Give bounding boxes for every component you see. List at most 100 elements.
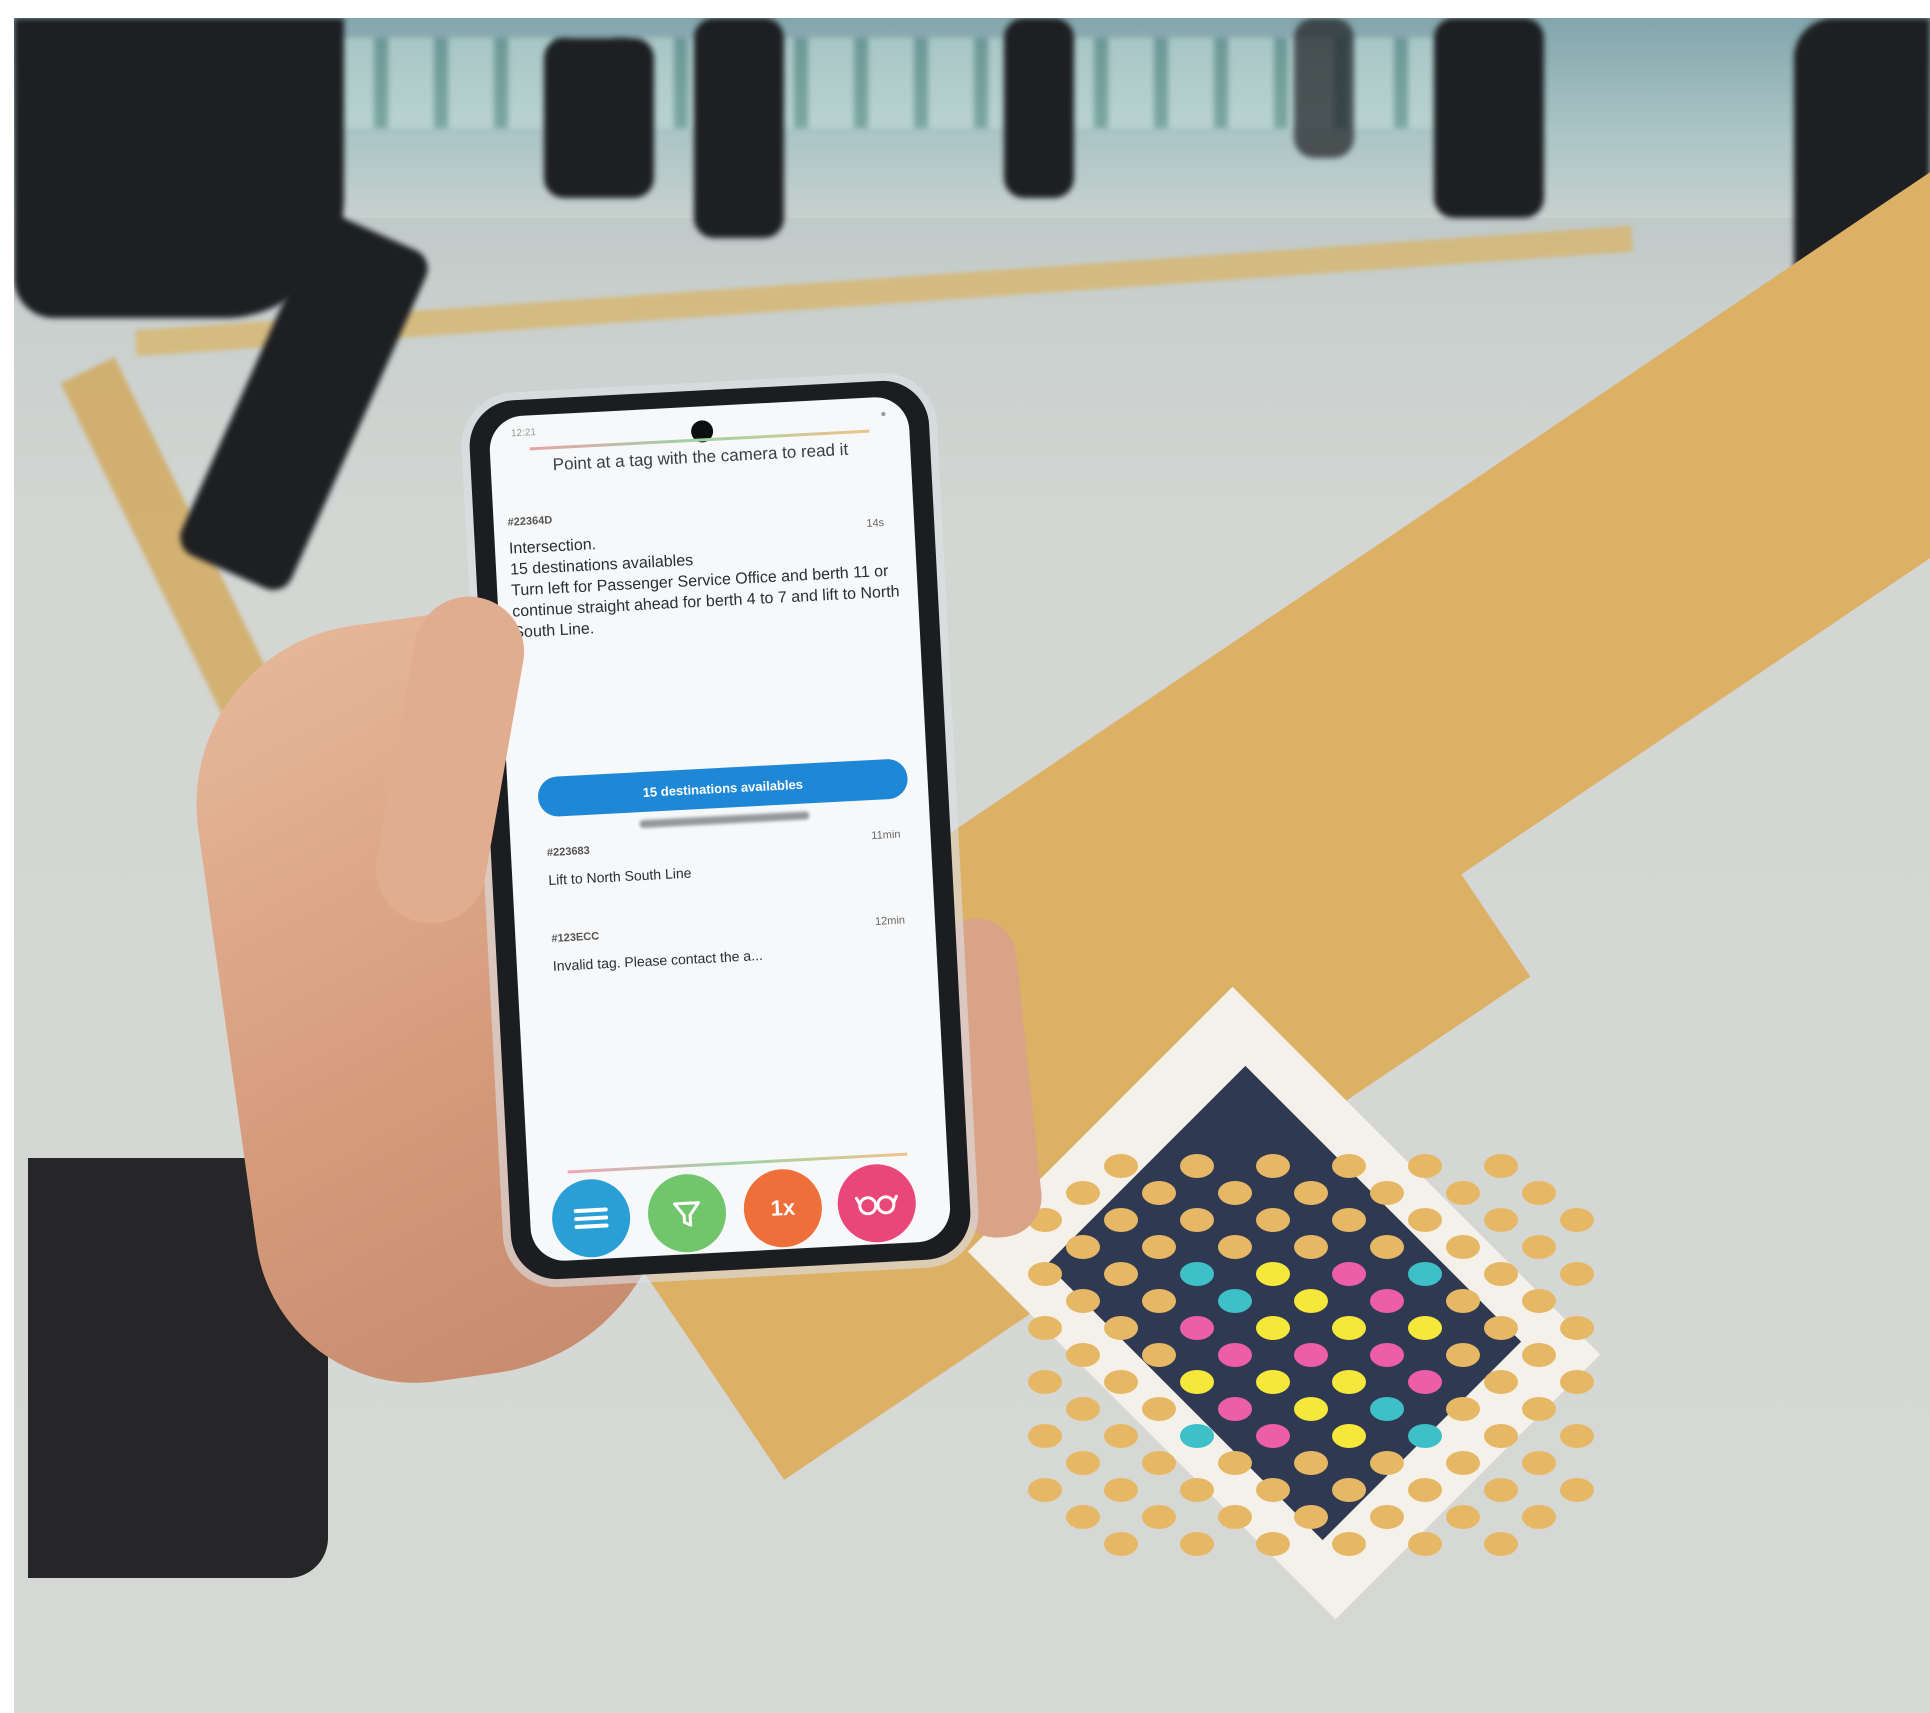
tile-dot	[1560, 1478, 1594, 1502]
pedestrian	[694, 18, 784, 238]
tile-dot	[1446, 1343, 1480, 1367]
filter-button[interactable]	[646, 1172, 729, 1255]
tile-dot	[1560, 1208, 1594, 1232]
tile-dot	[1028, 1478, 1062, 1502]
tile-dot	[1180, 1370, 1214, 1394]
tile-dot	[1408, 1424, 1442, 1448]
smartphone: 12:21 ● Point at a tag with the camera t…	[467, 378, 973, 1282]
tile-dot	[1560, 1262, 1594, 1286]
tile-dot	[1484, 1424, 1518, 1448]
speed-button[interactable]: 1x	[741, 1167, 824, 1250]
tile-dot	[1028, 1316, 1062, 1340]
tile-dot	[1446, 1289, 1480, 1313]
tile-dot	[1484, 1262, 1518, 1286]
tile-dot	[1408, 1208, 1442, 1232]
tile-dot	[1332, 1370, 1366, 1394]
tile-dot	[1256, 1208, 1290, 1232]
tile-dot	[1218, 1289, 1252, 1313]
tile-dot	[1484, 1532, 1518, 1556]
tile-dot	[1066, 1343, 1100, 1367]
glasses-button[interactable]	[835, 1162, 918, 1245]
app-screen: 12:21 ● Point at a tag with the camera t…	[488, 395, 952, 1263]
photo-scene	[14, 18, 1930, 1713]
tile-dot	[1294, 1505, 1328, 1529]
tag-card[interactable]: #223683 11min Lift to North South Line	[547, 828, 919, 889]
speed-label: 1x	[769, 1194, 796, 1221]
tile-dot	[1408, 1532, 1442, 1556]
menu-button[interactable]	[550, 1177, 633, 1260]
tile-dot	[1142, 1289, 1176, 1313]
tile-dot	[1066, 1235, 1100, 1259]
tile-dot	[1256, 1532, 1290, 1556]
tile-dot	[1446, 1505, 1480, 1529]
destinations-button[interactable]: 15 destinations availables	[537, 758, 909, 818]
tile-dot	[1522, 1289, 1556, 1313]
tile-dot	[1370, 1451, 1404, 1475]
status-icons: ●	[880, 408, 887, 421]
tile-dot	[1142, 1397, 1176, 1421]
tile-dot	[1408, 1316, 1442, 1340]
tile-dot	[1256, 1478, 1290, 1502]
tile-dot	[1180, 1478, 1214, 1502]
tile-dot	[1522, 1505, 1556, 1529]
tile-dot	[1028, 1370, 1062, 1394]
filter-icon	[673, 1201, 700, 1227]
tile-dot	[1370, 1289, 1404, 1313]
tile-dot	[1294, 1181, 1328, 1205]
tag-card[interactable]: #22364D 14s Intersection. 15 destination…	[507, 496, 905, 643]
tile-dot	[1484, 1478, 1518, 1502]
tile-dot	[1332, 1262, 1366, 1286]
tile-dot	[1332, 1424, 1366, 1448]
tile-dot	[1104, 1424, 1138, 1448]
pedestrian	[544, 38, 654, 198]
status-time: 12:21	[510, 427, 537, 440]
tile-dot	[1332, 1478, 1366, 1502]
tag-message: Lift to North South Line	[547, 864, 692, 889]
tile-dot	[1370, 1343, 1404, 1367]
tile-dot	[1332, 1316, 1366, 1340]
tile-dot	[1332, 1208, 1366, 1232]
tile-dot	[1446, 1397, 1480, 1421]
tile-dot	[1180, 1262, 1214, 1286]
tile-dot	[1066, 1451, 1100, 1475]
tile-dot	[1218, 1397, 1252, 1421]
tile-dot	[1522, 1235, 1556, 1259]
tile-dot	[1408, 1478, 1442, 1502]
tile-dot	[1218, 1343, 1252, 1367]
tile-dot	[1484, 1316, 1518, 1340]
tile-dot	[1218, 1505, 1252, 1529]
tag-message: Invalid tag. Please contact the a...	[552, 946, 764, 974]
tile-dot	[1370, 1397, 1404, 1421]
tile-dot	[1104, 1262, 1138, 1286]
tile-dot	[1370, 1505, 1404, 1529]
tile-dot	[1142, 1181, 1176, 1205]
tile-dot	[1256, 1154, 1290, 1178]
tile-dot	[1522, 1451, 1556, 1475]
tile-dot	[1028, 1262, 1062, 1286]
tile-dot	[1066, 1289, 1100, 1313]
pedestrian	[1004, 18, 1074, 198]
tile-dot	[1028, 1424, 1062, 1448]
tag-card[interactable]: #123ECC 12min Invalid tag. Please contac…	[551, 914, 923, 975]
tile-dot	[1522, 1343, 1556, 1367]
tile-dot	[1408, 1154, 1442, 1178]
tile-dot	[1294, 1397, 1328, 1421]
tile-dot	[1256, 1370, 1290, 1394]
tile-dot	[1104, 1154, 1138, 1178]
tag-message: Intersection. 15 destinations availables…	[508, 536, 901, 642]
tile-dot	[1104, 1370, 1138, 1394]
pedestrian	[14, 18, 344, 318]
tile-dot	[1256, 1424, 1290, 1448]
tile-dot	[1560, 1424, 1594, 1448]
tile-dot	[1294, 1343, 1328, 1367]
tile-dot	[1142, 1235, 1176, 1259]
tile-dot	[1218, 1235, 1252, 1259]
tile-dot	[1180, 1208, 1214, 1232]
tile-dot	[1370, 1235, 1404, 1259]
pedestrian	[1294, 18, 1354, 158]
tile-dot	[1560, 1316, 1594, 1340]
tile-dot	[1446, 1451, 1480, 1475]
tile-dot	[1484, 1370, 1518, 1394]
tile-dot	[1408, 1262, 1442, 1286]
tile-dot	[1446, 1181, 1480, 1205]
